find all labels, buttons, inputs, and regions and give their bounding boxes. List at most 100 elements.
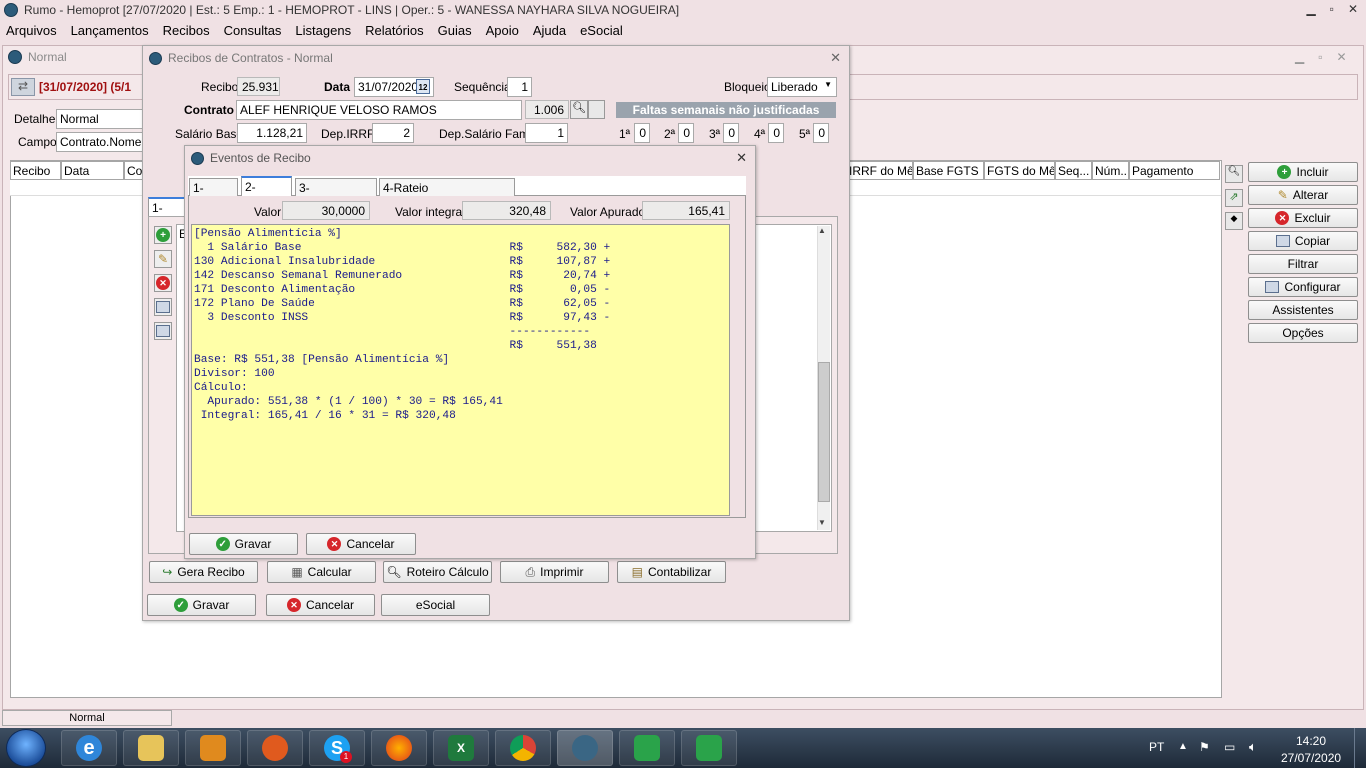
taskbar-app-2[interactable] xyxy=(681,730,737,766)
tab-complemento[interactable]: 3-Complemento xyxy=(295,178,377,209)
sequencia-field[interactable]: 1 xyxy=(507,77,532,97)
esocial-button[interactable]: eSocial xyxy=(381,594,490,616)
minimize-button[interactable]: ▁ xyxy=(1306,2,1315,16)
imprimir-button[interactable]: ⎙ Imprimir xyxy=(500,561,609,583)
flag-icon[interactable]: ⚑ xyxy=(1199,740,1210,754)
excluir-button[interactable]: ✕ Excluir xyxy=(1248,208,1358,228)
week-2-field[interactable]: 0 xyxy=(678,123,694,143)
taskbar-chrome[interactable] xyxy=(495,730,551,766)
week-1-field[interactable]: 0 xyxy=(634,123,650,143)
col-irrf-mes[interactable]: IRRF do Mês xyxy=(846,161,913,180)
dep-irrf-field[interactable]: 2 xyxy=(372,123,414,143)
scroll-up-icon[interactable]: ▲ xyxy=(818,226,826,235)
week-4-field[interactable]: 0 xyxy=(768,123,784,143)
menu-relatorios[interactable]: Relatórios xyxy=(365,23,431,38)
card-icon[interactable] xyxy=(588,100,605,119)
roteiro-calculo-button[interactable]: 🔍︎ Roteiro Cálculo xyxy=(383,561,492,583)
col-contrato[interactable]: Co xyxy=(124,161,144,180)
col-recibo[interactable]: Recibo xyxy=(10,161,61,180)
valor-label: Valor xyxy=(254,205,282,219)
tab-evento[interactable]: 1-Evento xyxy=(189,178,238,209)
copy-evento-button[interactable] xyxy=(154,298,172,316)
salario-base-field[interactable]: 1.128,21 xyxy=(237,123,307,143)
calendar-icon[interactable]: 12 xyxy=(416,79,430,94)
taskbar-media[interactable] xyxy=(247,730,303,766)
add-evento-button[interactable]: + xyxy=(154,226,172,244)
menu-listagens[interactable]: Listagens xyxy=(295,23,358,38)
col-num[interactable]: Núm... xyxy=(1092,161,1129,180)
taskbar-firefox[interactable] xyxy=(371,730,427,766)
gera-recibo-button[interactable]: ↪ Gera Recibo xyxy=(149,561,258,583)
bloqueio-select[interactable]: Liberado ▼ xyxy=(767,77,837,97)
taskbar-outlook[interactable] xyxy=(185,730,241,766)
contrato-field[interactable]: ALEF HENRIQUE VELOSO RAMOS xyxy=(236,100,522,120)
menu-arquivos[interactable]: Arquivos xyxy=(6,23,64,38)
menu-ajuda[interactable]: Ajuda xyxy=(533,23,573,38)
recibo-gravar-button[interactable]: ✓ Gravar xyxy=(147,594,256,616)
maximize-button[interactable]: ▫ xyxy=(1330,2,1334,16)
config-evento-button[interactable] xyxy=(154,322,172,340)
export-icon[interactable]: ⇗ xyxy=(1225,189,1243,207)
scroll-thumb[interactable] xyxy=(818,362,830,502)
eventos-cancelar-button[interactable]: ✕ Cancelar xyxy=(306,533,416,555)
col-seq[interactable]: Seq... xyxy=(1055,161,1092,180)
menu-recibos[interactable]: Recibos xyxy=(163,23,217,38)
menu-esocial[interactable]: eSocial xyxy=(580,23,630,38)
eventos-scrollbar[interactable]: ▲ ▼ xyxy=(817,226,830,530)
show-desktop-button[interactable] xyxy=(1354,728,1366,768)
menu-apoio[interactable]: Apoio xyxy=(486,23,526,38)
taskbar-rumo[interactable] xyxy=(557,730,613,766)
search-tool-icon[interactable]: 🔍︎ xyxy=(1225,165,1243,183)
swap-arrows-icon[interactable]: ⇄ xyxy=(11,78,35,96)
clock-date[interactable]: 27/07/2020 xyxy=(1281,751,1341,765)
dep-salario-fam-field[interactable]: 1 xyxy=(525,123,568,143)
volume-icon[interactable]: 🔈︎ xyxy=(1249,739,1257,755)
language-indicator[interactable]: PT xyxy=(1149,740,1164,754)
opcoes-button[interactable]: Opções xyxy=(1248,323,1358,343)
col-fgts-mes[interactable]: FGTS do Mês xyxy=(984,161,1055,180)
tab-rateio[interactable]: 4-Rateio Tomadores/Obras xyxy=(379,178,515,209)
search-icon[interactable]: 🔍︎ xyxy=(570,100,588,119)
taskbar-skype[interactable]: S1 xyxy=(309,730,365,766)
col-pagamento[interactable]: Pagamento xyxy=(1129,161,1220,180)
detalhe-field[interactable]: Normal xyxy=(56,109,146,129)
tab-eventos-recibo[interactable]: 1-Even xyxy=(148,197,188,229)
network-icon[interactable]: ▭ xyxy=(1224,740,1235,754)
taskbar-app-1[interactable] xyxy=(619,730,675,766)
menu-guias[interactable]: Guias xyxy=(438,23,479,38)
taskbar-explorer[interactable] xyxy=(123,730,179,766)
close-button[interactable]: ✕ xyxy=(1348,2,1358,16)
eventos-close-icon[interactable]: ✕ xyxy=(736,150,747,166)
main-window-controls[interactable]: ▁▫✕ xyxy=(1295,50,1361,64)
week-3-field[interactable]: 0 xyxy=(723,123,739,143)
copy-icon xyxy=(1275,235,1290,247)
copiar-button[interactable]: Copiar xyxy=(1248,231,1358,251)
filtrar-button[interactable]: Filtrar xyxy=(1248,254,1358,274)
tab-calculo[interactable]: 2-Cálculo xyxy=(241,176,292,208)
calculo-report[interactable]: [Pensão Alimentícia %] 1 Salário Base R$… xyxy=(191,224,730,516)
alterar-button[interactable]: ✎ Alterar xyxy=(1248,185,1358,205)
week-5-field[interactable]: 0 xyxy=(813,123,829,143)
campo-field[interactable]: Contrato.Nome xyxy=(56,132,146,152)
col-base-fgts[interactable]: Base FGTS xyxy=(913,161,984,180)
calcular-button[interactable]: ▦ Calcular xyxy=(267,561,376,583)
eventos-gravar-button[interactable]: ✓ Gravar xyxy=(189,533,298,555)
col-data[interactable]: Data xyxy=(61,161,124,180)
configurar-button[interactable]: Configurar xyxy=(1248,277,1358,297)
tray-arrow-icon[interactable]: ▲ xyxy=(1178,741,1188,752)
recibo-close-icon[interactable]: ✕ xyxy=(830,50,841,66)
delete-evento-button[interactable]: ✕ xyxy=(154,274,172,292)
eraser-icon[interactable]: ◆ xyxy=(1225,212,1243,230)
clock-time[interactable]: 14:20 xyxy=(1296,734,1326,748)
contabilizar-button[interactable]: ▤ Contabilizar xyxy=(617,561,726,583)
taskbar-excel[interactable]: X xyxy=(433,730,489,766)
edit-evento-button[interactable]: ✎ xyxy=(154,250,172,268)
scroll-down-icon[interactable]: ▼ xyxy=(818,518,826,527)
assistentes-button[interactable]: Assistentes xyxy=(1248,300,1358,320)
start-button[interactable] xyxy=(6,729,46,767)
incluir-button[interactable]: + Incluir xyxy=(1248,162,1358,182)
menu-consultas[interactable]: Consultas xyxy=(224,23,289,38)
recibo-cancelar-button[interactable]: ✕ Cancelar xyxy=(266,594,375,616)
taskbar-ie[interactable]: e xyxy=(61,730,117,766)
menu-lancamentos[interactable]: Lançamentos xyxy=(71,23,156,38)
